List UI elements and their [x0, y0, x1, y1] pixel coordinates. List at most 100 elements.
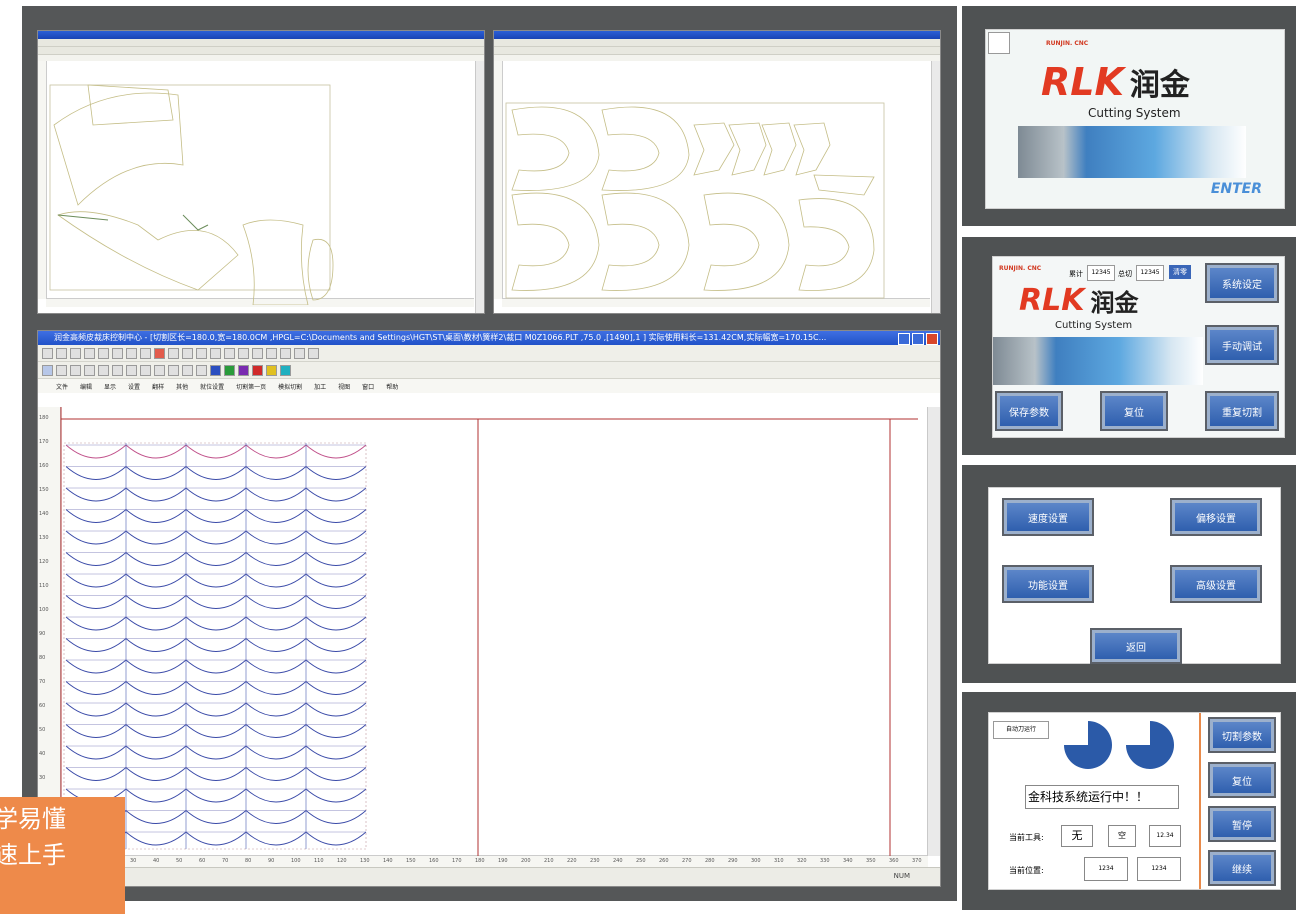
scrollbar[interactable]	[931, 61, 940, 313]
menu-item[interactable]: 帮助	[386, 382, 398, 391]
pattern-canvas	[49, 84, 334, 305]
tool-icon[interactable]	[182, 364, 193, 376]
color-cyan-icon[interactable]	[280, 364, 291, 376]
color-purple-icon[interactable]	[238, 364, 249, 376]
select-icon[interactable]	[42, 364, 53, 376]
toolbar[interactable]	[494, 47, 940, 55]
continue-button[interactable]: 继续	[1210, 852, 1274, 884]
small-checkbox[interactable]	[988, 32, 1010, 54]
minimize-button[interactable]	[898, 333, 910, 345]
menu-item[interactable]: 窗口	[362, 382, 374, 391]
menu-item[interactable]: 显示	[104, 382, 116, 391]
scrollbar[interactable]	[475, 61, 484, 313]
ruler-tick-label: 150	[406, 858, 416, 864]
tool-icon[interactable]	[294, 347, 305, 359]
color-blue-icon[interactable]	[210, 364, 221, 376]
reset-button[interactable]: 复位	[1102, 393, 1166, 429]
ruler-tick-label: 340	[843, 858, 853, 864]
color-red-icon[interactable]	[252, 364, 263, 376]
menu-bar[interactable]: 文件 编辑 显示 设置 翻样 其他 就位设置 切割第一页 模拟切割 加工 视图 窗口 帮助	[38, 379, 940, 393]
line-icon[interactable]	[56, 364, 67, 376]
print-icon[interactable]	[168, 347, 179, 359]
tool-icon[interactable]	[252, 347, 263, 359]
undo-icon[interactable]	[126, 347, 137, 359]
menu-item[interactable]: 设置	[128, 382, 140, 391]
color-green-icon[interactable]	[224, 364, 235, 376]
cut-path	[65, 573, 367, 588]
rect-icon[interactable]	[84, 364, 95, 376]
ruler-tick-label: 90	[39, 631, 46, 637]
advanced-settings-button[interactable]: 高级设置	[1172, 567, 1260, 601]
tool-icon[interactable]	[280, 347, 291, 359]
tool-icon[interactable]	[196, 347, 207, 359]
tool-icon[interactable]	[168, 364, 179, 376]
redo-icon[interactable]	[140, 347, 151, 359]
count-value: 12345	[1087, 265, 1115, 281]
menu-bar[interactable]	[494, 55, 940, 61]
cut-path	[65, 766, 367, 781]
tool-icon[interactable]	[266, 347, 277, 359]
ruler-tick-label: 270	[682, 858, 692, 864]
ruler-tick-label: 330	[820, 858, 830, 864]
repeat-cut-button[interactable]: 重复切割	[1207, 393, 1277, 429]
scrollbar[interactable]	[927, 407, 940, 856]
tool-icon[interactable]	[140, 364, 151, 376]
ruler-tick-label: 60	[199, 858, 206, 864]
save-params-button[interactable]: 保存参数	[997, 393, 1061, 429]
menu-item[interactable]: 其他	[176, 382, 188, 391]
menu-item[interactable]: 视图	[338, 382, 350, 391]
maximize-button[interactable]	[912, 333, 924, 345]
menu-item[interactable]: 翻样	[152, 382, 164, 391]
clear-button[interactable]: 清零	[1169, 265, 1191, 279]
zoom-icon[interactable]	[154, 347, 165, 359]
function-settings-button[interactable]: 功能设置	[1004, 567, 1092, 601]
polyline-icon[interactable]	[70, 364, 81, 376]
color-yellow-icon[interactable]	[266, 364, 277, 376]
ruler-tick-label: 310	[774, 858, 784, 864]
manual-debug-button[interactable]: 手动调试	[1207, 327, 1277, 363]
tool-icon[interactable]	[126, 364, 137, 376]
menu-item[interactable]: 加工	[314, 382, 326, 391]
menu-item[interactable]: 就位设置	[200, 382, 224, 391]
cut-params-button[interactable]: 切割参数	[1210, 719, 1274, 751]
toolbar-main[interactable]	[38, 345, 940, 362]
paste-icon[interactable]	[112, 347, 123, 359]
back-button[interactable]: 返回	[1092, 630, 1180, 662]
cut-icon[interactable]	[84, 347, 95, 359]
menu-item[interactable]: 文件	[56, 382, 68, 391]
toolbar[interactable]	[38, 39, 484, 47]
new-icon[interactable]	[42, 347, 53, 359]
reset-button[interactable]: 复位	[1210, 764, 1274, 796]
promo-tag: 学易懂 速上手	[0, 797, 125, 914]
arc-icon[interactable]	[112, 364, 123, 376]
tool-icon[interactable]	[154, 364, 165, 376]
tool-icon[interactable]	[238, 347, 249, 359]
pause-button[interactable]: 暂停	[1210, 808, 1274, 840]
menu-item[interactable]: 模拟切割	[278, 382, 302, 391]
toolbar-draw[interactable]	[38, 362, 940, 379]
menu-bar[interactable]	[38, 55, 484, 61]
circle-icon[interactable]	[98, 364, 109, 376]
open-icon[interactable]	[56, 347, 67, 359]
tool-icon[interactable]	[210, 347, 221, 359]
system-settings-button[interactable]: 系统设定	[1207, 265, 1277, 301]
speed-settings-button[interactable]: 速度设置	[1004, 500, 1092, 534]
toolbar[interactable]	[38, 47, 484, 55]
cut-path	[65, 444, 367, 459]
tool-icon[interactable]	[182, 347, 193, 359]
copy-icon[interactable]	[98, 347, 109, 359]
progress-pie-1	[1064, 721, 1112, 769]
tool-icon[interactable]	[196, 364, 207, 376]
tool-icon[interactable]	[308, 347, 319, 359]
menu-item[interactable]: 切割第一页	[236, 382, 266, 391]
menu-item[interactable]: 编辑	[80, 382, 92, 391]
close-button[interactable]	[926, 333, 938, 345]
window-titlebar	[38, 31, 484, 39]
save-icon[interactable]	[70, 347, 81, 359]
cad-window-top-left	[37, 30, 485, 314]
enter-button[interactable]: ENTER	[1211, 181, 1262, 197]
cut-path	[65, 702, 367, 717]
toolbar[interactable]	[494, 39, 940, 47]
tool-icon[interactable]	[224, 347, 235, 359]
offset-settings-button[interactable]: 偏移设置	[1172, 500, 1260, 534]
